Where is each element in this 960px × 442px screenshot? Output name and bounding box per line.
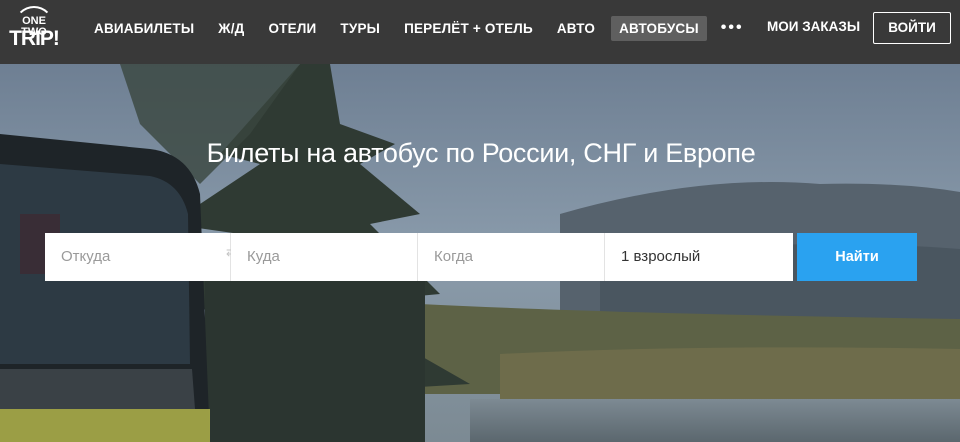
page-title: Билеты на автобус по России, СНГ и Европ… [206,138,756,168]
login-button[interactable]: ВОЙТИ [873,12,951,44]
nav-item-trains[interactable]: Ж/Д [210,16,252,41]
bus-search-form: Откуда ⇄ Куда Когда 1 взрослый Найти [45,233,917,281]
nav-item-hotels[interactable]: ОТЕЛИ [260,16,324,41]
date-input[interactable]: Когда [418,233,605,281]
nav-item-cars[interactable]: АВТО [549,16,603,41]
passengers-value: 1 взрослый [621,248,701,265]
more-dots-icon[interactable]: ••• [715,17,750,39]
to-input[interactable]: Куда [231,233,418,281]
passengers-select[interactable]: 1 взрослый [605,233,793,281]
from-placeholder: Откуда [61,248,111,265]
nav-item-flight-hotel[interactable]: ПЕРЕЛЁТ + ОТЕЛЬ [396,16,541,41]
logo-line-2: TRIP! [9,27,60,50]
nav-item-buses[interactable]: АВТОБУСЫ [611,15,707,41]
my-orders-link[interactable]: МОИ ЗАКАЗЫ [767,19,860,34]
from-input[interactable]: Откуда ⇄ [45,233,236,281]
top-header: ONE TWO TRIP! АВИАБИЛЕТЫ Ж/Д ОТЕЛИ ТУРЫ … [0,0,960,64]
search-button[interactable]: Найти [797,233,917,281]
date-placeholder: Когда [434,248,473,265]
nav-item-tours[interactable]: ТУРЫ [332,16,388,41]
to-placeholder: Куда [247,248,280,265]
nav-item-flights[interactable]: АВИАБИЛЕТЫ [86,16,202,41]
onetwotrip-logo[interactable]: ONE TWO TRIP! [8,6,60,56]
main-nav: АВИАБИЛЕТЫ Ж/Д ОТЕЛИ ТУРЫ ПЕРЕЛЁТ + ОТЕЛ… [86,15,750,41]
